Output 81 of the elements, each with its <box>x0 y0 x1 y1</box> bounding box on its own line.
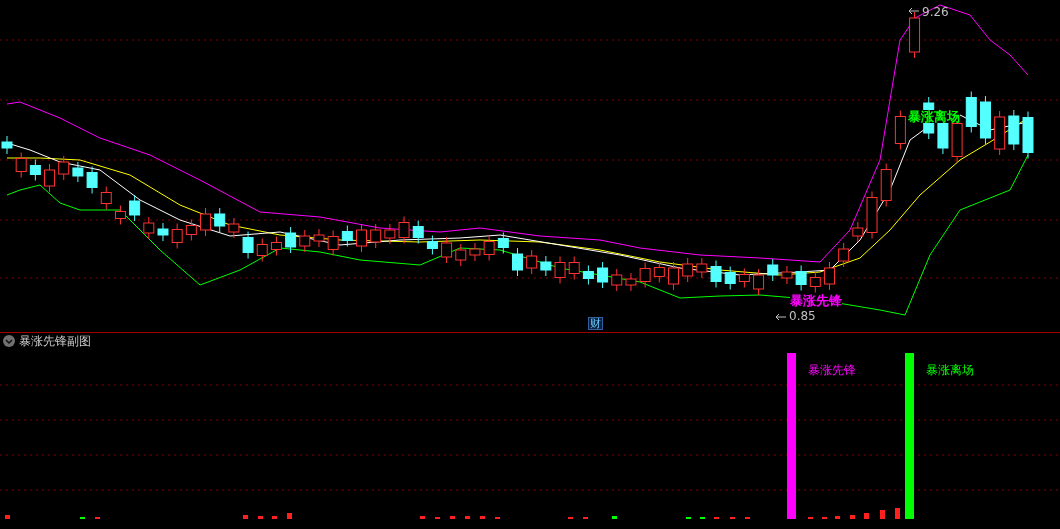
candlestick <box>44 163 56 193</box>
candlestick <box>852 221 864 243</box>
candlestick <box>880 163 892 207</box>
high-price-label: 9.26 <box>922 6 949 18</box>
candlestick <box>823 261 835 291</box>
candlestick <box>356 223 367 253</box>
candlestick <box>1 135 13 155</box>
candlestick <box>909 11 921 59</box>
finance-marker[interactable]: 财 <box>588 317 603 330</box>
candlestick <box>653 261 665 283</box>
candlestick <box>554 256 566 284</box>
panel-title: 暴涨先锋副图 <box>19 335 91 347</box>
candlestick <box>469 242 481 262</box>
candlestick <box>994 110 1006 156</box>
candlestick <box>214 207 226 233</box>
candlestick <box>724 266 736 290</box>
candlestick <box>86 166 98 194</box>
candlestick <box>157 222 169 242</box>
chevron-down-icon[interactable] <box>3 335 15 347</box>
candlestick <box>72 161 84 183</box>
candlestick <box>129 194 141 222</box>
candlestick <box>100 186 112 210</box>
candlestick <box>426 235 438 255</box>
candlestick <box>299 229 311 253</box>
arrow-icon <box>775 312 787 322</box>
signal-label: 暴涨离场 <box>908 110 960 123</box>
candlestick <box>965 91 977 133</box>
candlestick <box>114 205 126 225</box>
candlestick <box>568 256 580 280</box>
candlestick <box>398 216 410 244</box>
candlestick <box>795 265 807 291</box>
arrow-icon <box>908 6 920 16</box>
candlestick <box>341 225 353 247</box>
candlestick <box>58 155 70 181</box>
candlestick <box>1022 111 1034 159</box>
candlestick <box>256 238 268 262</box>
candlestick <box>866 191 878 239</box>
signal-label: 暴涨离场 <box>926 364 974 376</box>
candlestick <box>696 257 708 279</box>
candlestick <box>370 223 382 249</box>
candlestick <box>781 265 793 285</box>
candlestick <box>270 236 282 256</box>
candlestick <box>512 247 523 277</box>
candlestick <box>483 235 495 261</box>
candlestick <box>455 243 467 267</box>
candlestick <box>611 268 623 292</box>
candlestick <box>979 95 991 145</box>
candlestick <box>242 231 254 259</box>
signal-label: 暴涨先锋 <box>790 294 842 307</box>
candlestick <box>753 268 765 296</box>
candlestick <box>809 271 821 293</box>
candlestick <box>639 262 651 288</box>
candlestick <box>597 261 609 289</box>
candlestick <box>384 223 396 245</box>
candlestick <box>313 228 325 248</box>
candlestick <box>171 223 183 249</box>
candlestick <box>15 152 27 178</box>
candlestick <box>412 220 424 244</box>
candlestick <box>185 219 197 241</box>
candlestick <box>29 159 41 181</box>
low-price-label: 0.85 <box>789 310 816 322</box>
candlestick <box>526 249 538 275</box>
candlestick <box>540 255 552 277</box>
candlestick <box>228 217 240 239</box>
candlestick <box>767 258 779 282</box>
candlestick <box>497 232 509 254</box>
signal-label: 暴涨先锋 <box>808 364 856 376</box>
candlestick <box>838 242 850 268</box>
candlestick <box>582 265 594 285</box>
candlestick <box>327 230 339 256</box>
candlestick <box>143 216 155 240</box>
candlestick <box>710 260 722 288</box>
candlestick <box>1008 109 1020 151</box>
candlestick <box>625 272 637 292</box>
candlestick <box>738 268 750 288</box>
candlestick <box>200 207 212 237</box>
candlestick <box>682 257 694 283</box>
candlestick <box>668 261 679 291</box>
candlestick <box>441 236 453 264</box>
candlestick <box>285 226 297 254</box>
candlestick <box>894 110 906 150</box>
